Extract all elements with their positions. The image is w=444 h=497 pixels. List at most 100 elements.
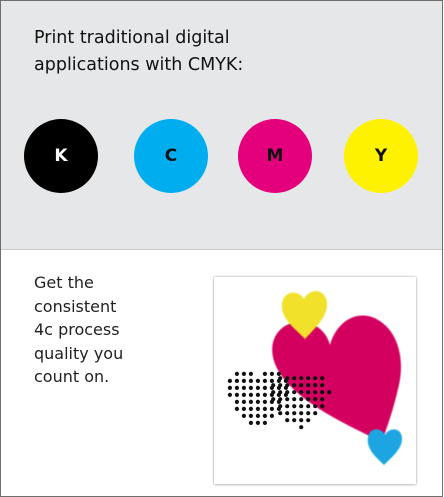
halftone-dot <box>306 418 311 423</box>
halftone-dot <box>269 413 274 418</box>
halftone-dot <box>262 371 267 376</box>
halftone-dot <box>262 399 267 404</box>
halftone-dot <box>241 406 246 411</box>
halftone-dot <box>248 413 253 418</box>
ink-dot-cyan: C <box>134 119 208 193</box>
headline-line-2: applications with CMYK: <box>34 55 244 75</box>
halftone-dot <box>276 371 281 376</box>
halftone-dot <box>292 418 297 423</box>
halftone-dot <box>320 383 325 388</box>
halftone-dot <box>320 376 325 381</box>
halftone-dot <box>320 404 325 409</box>
halftone-dot <box>327 390 332 395</box>
headline: Print traditional digital applications w… <box>34 25 414 79</box>
halftone-dot <box>262 420 267 425</box>
halftone-dot <box>234 399 239 404</box>
cyan-heart-shape <box>367 429 402 465</box>
halftone-dot <box>285 376 290 381</box>
halftone-dot <box>255 413 260 418</box>
halftone-dot <box>306 383 311 388</box>
hearts-illustration <box>227 291 402 465</box>
halftone-dot <box>255 420 260 425</box>
halftone-dot <box>278 383 283 388</box>
magenta-heart-shape <box>272 315 401 442</box>
halftone-dot <box>285 411 290 416</box>
body-line-1: Get the <box>34 273 94 292</box>
halftone-dot <box>241 399 246 404</box>
halftone-dot <box>306 411 311 416</box>
halftone-dot <box>248 378 253 383</box>
halftone-dot <box>299 404 304 409</box>
halftone-dot <box>241 371 246 376</box>
ink-dot-yellow: Y <box>344 119 418 193</box>
halftone-dot <box>269 406 274 411</box>
halftone-dot <box>234 371 239 376</box>
halftone-dot <box>255 399 260 404</box>
halftone-dot <box>299 411 304 416</box>
halftone-dot <box>299 383 304 388</box>
halftone-dot <box>313 397 318 402</box>
halftone-dot <box>271 383 276 388</box>
body-line-4: quality you <box>34 343 124 363</box>
halftone-dot <box>262 378 267 383</box>
halftone-dot <box>227 385 232 390</box>
halftone-dot <box>241 378 246 383</box>
halftone-dot <box>320 397 325 402</box>
halftone-dot <box>306 376 311 381</box>
halftone-dot <box>299 418 304 423</box>
halftone-dot <box>248 385 253 390</box>
halftone-dot <box>255 406 260 411</box>
halftone-dot <box>234 392 239 397</box>
halftone-dot <box>234 385 239 390</box>
halftone-dot <box>278 397 283 402</box>
halftone-dot <box>292 397 297 402</box>
halftone-dot <box>292 390 297 395</box>
halftone-dot <box>285 390 290 395</box>
halftone-dot <box>241 413 246 418</box>
halftone-dot <box>313 411 318 416</box>
halftone-dot <box>271 390 276 395</box>
halftone-dot <box>292 411 297 416</box>
cmyk-panel: Print traditional digital applications w… <box>1 1 442 250</box>
headline-line-1: Print traditional digital <box>34 28 230 48</box>
halftone-dot <box>285 383 290 388</box>
halftone-dot <box>262 406 267 411</box>
halftone-dot <box>248 420 253 425</box>
halftone-dot <box>285 418 290 423</box>
body-line-2: consistent <box>34 296 117 316</box>
halftone-dot <box>278 390 283 395</box>
halftone-dot <box>248 399 253 404</box>
halftone-dot <box>241 385 246 390</box>
hearts-print-sample-image <box>214 277 416 484</box>
halftone-dot <box>234 406 239 411</box>
halftone-dot <box>299 397 304 402</box>
body-line-5: count on. <box>34 367 110 386</box>
cmyk-info-card: Print traditional digital applications w… <box>0 0 443 497</box>
halftone-dot <box>255 392 260 397</box>
halftone-dot <box>241 392 246 397</box>
halftone-dot <box>255 385 260 390</box>
halftone-dot <box>278 376 283 381</box>
halftone-dot <box>248 371 253 376</box>
halftone-dot <box>313 404 318 409</box>
halftone-dot <box>227 378 232 383</box>
halftone-dot <box>292 376 297 381</box>
halftone-dot <box>255 378 260 383</box>
halftone-dot <box>306 404 311 409</box>
halftone-dot <box>262 413 267 418</box>
halftone-dot <box>292 404 297 409</box>
halftone-dot <box>248 392 253 397</box>
ink-dot-magenta: M <box>238 119 312 193</box>
halftone-dot <box>285 404 290 409</box>
halftone-dot <box>269 378 274 383</box>
ink-label-y: Y <box>374 146 388 166</box>
halftone-dot <box>285 397 290 402</box>
halftone-dot <box>320 390 325 395</box>
halftone-dot <box>306 390 311 395</box>
halftone-dot <box>262 385 267 390</box>
ink-label-c: C <box>164 146 178 166</box>
halftone-dot <box>262 392 267 397</box>
halftone-dot <box>269 371 274 376</box>
halftone-dot <box>271 397 276 402</box>
halftone-dot <box>299 425 304 430</box>
